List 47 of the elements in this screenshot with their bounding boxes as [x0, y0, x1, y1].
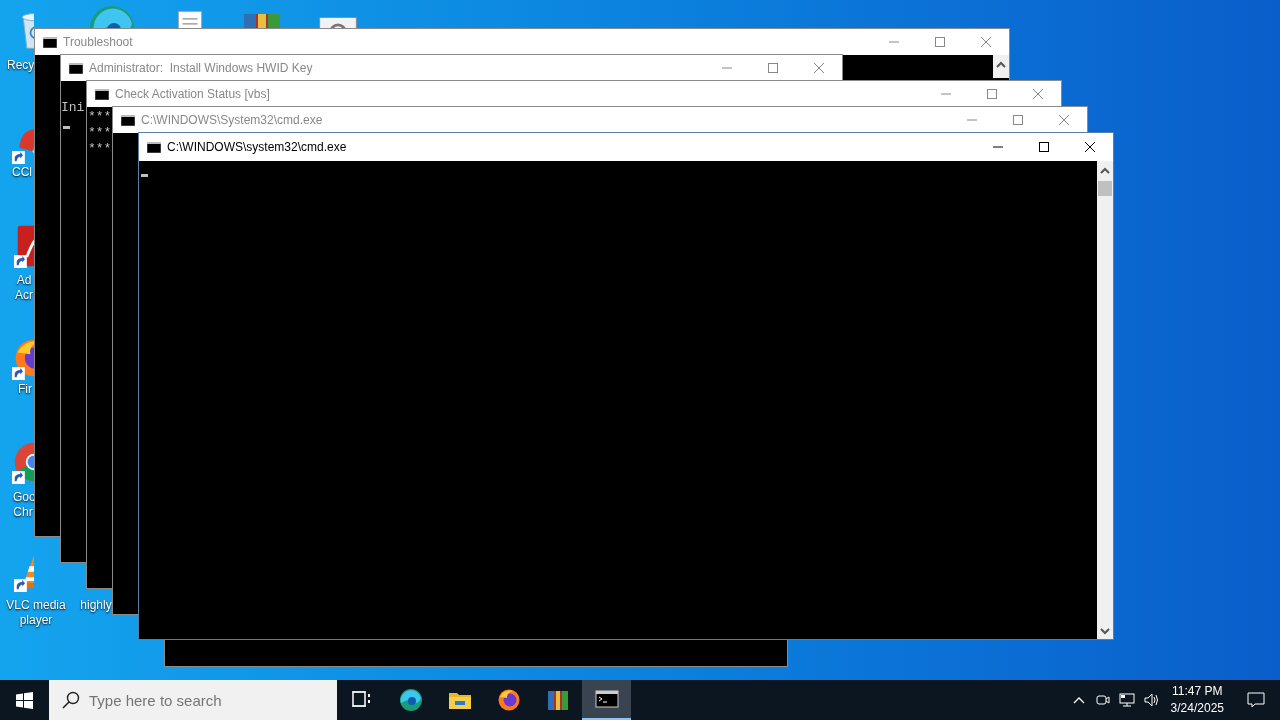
time-text: 11:47 PM [1171, 683, 1224, 700]
scrollbar[interactable] [993, 55, 1009, 78]
scrollbar[interactable] [1097, 161, 1113, 639]
close-icon [1058, 114, 1070, 126]
close-icon [1032, 88, 1044, 100]
clock[interactable]: 11:47 PM 3/24/2025 [1162, 683, 1232, 717]
window-title: C:\WINDOWS\system32\cmd.exe [167, 139, 348, 156]
desktop-icon-label: Fir [17, 382, 33, 397]
desktop-icon-label: highly [79, 598, 113, 613]
console-icon [121, 114, 135, 126]
console-text: Ini [61, 100, 85, 116]
console-icon [594, 687, 619, 711]
console-icon [69, 62, 83, 74]
window-title: Check Activation Status [vbs] [115, 86, 271, 103]
console-icon [95, 88, 109, 100]
chat-bubble-icon [1247, 691, 1265, 709]
maximize-icon [986, 88, 998, 100]
close-icon [980, 36, 992, 48]
scroll-thumb[interactable] [1098, 181, 1112, 196]
speaker-icon [1142, 692, 1159, 708]
fox-browser-icon [496, 688, 521, 712]
close-icon [813, 62, 825, 74]
maximize-icon [1012, 114, 1024, 126]
browser-icon [398, 688, 423, 712]
camera-icon [1094, 692, 1111, 708]
network-icon [1118, 692, 1135, 708]
search-field[interactable]: Type here to search [49, 680, 337, 720]
maximize-icon [934, 36, 946, 48]
windows-logo-icon [16, 691, 33, 709]
date-text: 3/24/2025 [1170, 700, 1224, 717]
window-title: Troubleshoot [63, 34, 134, 51]
desktop-icon-label: Ad Acr [14, 273, 34, 303]
desktop-icon-label: Goo Chr [13, 490, 33, 520]
search-icon [62, 691, 80, 709]
window-title: Administrator: Install Windows HWID Key [89, 60, 314, 77]
window-title: C:\WINDOWS\System32\cmd.exe [141, 112, 324, 129]
console-text: *** *** *** [88, 109, 112, 157]
console-icon [43, 36, 57, 48]
desktop-icon-label: Recy [7, 58, 33, 73]
maximize-icon [1038, 141, 1050, 153]
taskbar-app-button[interactable] [582, 680, 631, 720]
console-icon [147, 141, 161, 153]
close-icon [1084, 141, 1096, 153]
maximize-icon [767, 62, 779, 74]
desktop-icon-label: VLC media player [5, 598, 67, 628]
archive-icon [545, 688, 570, 712]
desktop-icon-label: CCl [12, 165, 32, 180]
